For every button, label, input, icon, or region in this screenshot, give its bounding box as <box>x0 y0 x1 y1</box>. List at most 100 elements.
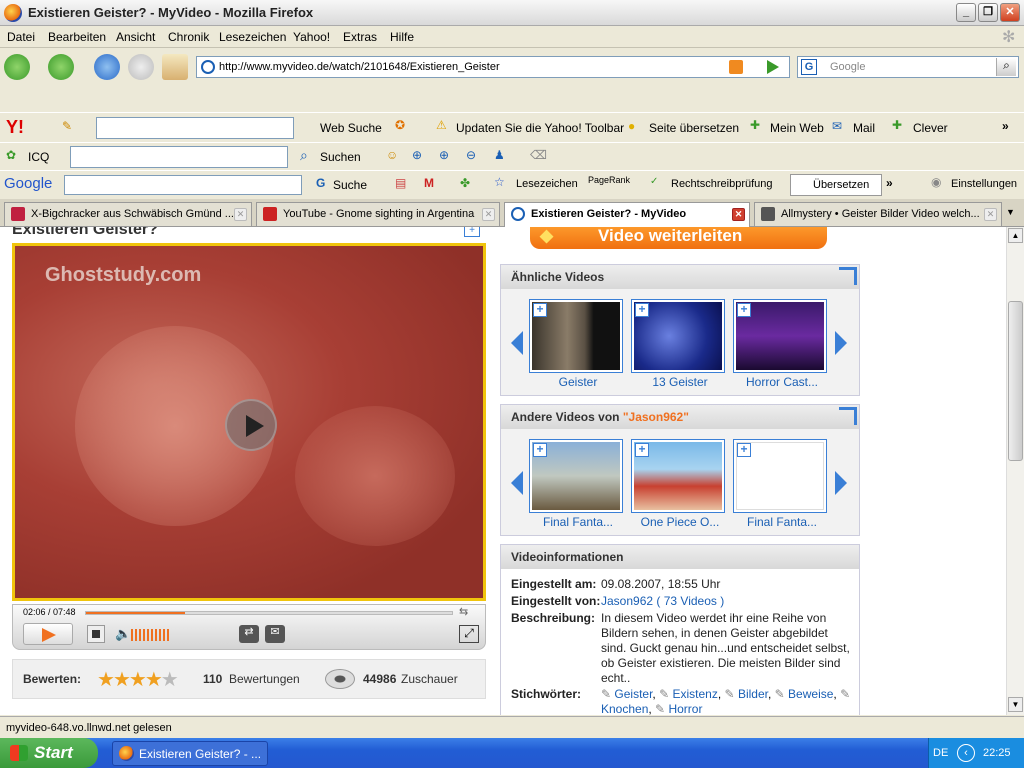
stop-icon[interactable] <box>128 54 154 80</box>
icq-label[interactable]: ICQ <box>28 150 49 164</box>
similar-prev-arrow[interactable] <box>511 331 523 355</box>
star-icon[interactable]: ★ <box>145 669 163 691</box>
rss-icon[interactable] <box>729 60 743 74</box>
add-icon[interactable]: + <box>533 303 547 317</box>
menu-lesezeichen[interactable]: Lesezeichen <box>219 30 286 44</box>
tag-link[interactable]: Bilder <box>738 687 768 701</box>
tag-link[interactable]: Horror <box>668 702 702 715</box>
tab-close-icon[interactable]: ✕ <box>732 208 745 221</box>
start-button[interactable]: Start <box>0 738 98 768</box>
tab-close-icon[interactable]: ✕ <box>984 208 997 221</box>
other-videos-user[interactable]: "Jason962" <box>623 410 689 424</box>
progress-track[interactable] <box>85 611 453 615</box>
menu-hilfe[interactable]: Hilfe <box>390 30 414 44</box>
google-search-input[interactable] <box>64 175 302 195</box>
similar-thumb-2[interactable]: + <box>631 299 725 373</box>
video-player[interactable]: Ghoststudy.com <box>12 243 486 601</box>
google-overflow-icon[interactable]: » <box>886 176 893 190</box>
icq-search-button[interactable]: Suchen <box>320 150 361 164</box>
similar-caption-1[interactable]: Geister <box>528 375 628 389</box>
other-caption-3[interactable]: Final Fanta... <box>732 515 832 529</box>
other-prev-arrow[interactable] <box>511 471 523 495</box>
fullscreen-icon[interactable]: ⤢ <box>459 625 479 643</box>
info-user-count[interactable]: ( 73 Videos ) <box>656 594 724 608</box>
zoom-in-icon[interactable]: ⊕ <box>412 148 422 162</box>
yahoo-logo-icon[interactable]: Y! <box>6 117 24 138</box>
tab-bigchracker[interactable]: X-Bigchracker aus Schwäbisch Gmünd ... ✕ <box>4 202 252 226</box>
yahoo-search-input[interactable] <box>96 117 294 139</box>
similar-caption-2[interactable]: 13 Geister <box>630 375 730 389</box>
google-engine-icon[interactable]: G <box>801 59 817 75</box>
star-icon[interactable]: ★ <box>113 669 131 691</box>
similar-thumb-1[interactable]: + <box>529 299 623 373</box>
tag-link[interactable]: Geister <box>614 687 652 701</box>
info-user-link[interactable]: Jason962 <box>601 594 653 608</box>
language-indicator[interactable]: DE <box>933 747 948 759</box>
panel-corner-icon[interactable] <box>839 407 857 425</box>
google-settings-button[interactable]: Einstellungen <box>951 178 1017 190</box>
other-caption-1[interactable]: Final Fanta... <box>528 515 628 529</box>
volume-icon[interactable]: 🔈 <box>115 626 131 642</box>
pencil-icon[interactable]: ✎ <box>62 119 72 133</box>
home-icon[interactable] <box>162 54 188 80</box>
other-thumb-2[interactable]: + <box>631 439 725 513</box>
star-icon[interactable]: ★ <box>97 669 115 691</box>
maximize-button[interactable]: ❐ <box>978 3 998 22</box>
google-bookmarks-button[interactable]: Lesezeichen <box>516 178 578 190</box>
yahoo-update-button[interactable]: Updaten Sie die Yahoo! Toolbar <box>456 121 624 135</box>
zoom-page-icon[interactable]: ⊕ <box>439 148 449 162</box>
forward-video-button[interactable]: ◆ Video weiterleiten <box>530 227 827 249</box>
tag-link[interactable]: Beweise <box>788 687 833 701</box>
zoom-out-icon[interactable]: ⊖ <box>466 148 476 162</box>
menu-bearbeiten[interactable]: Bearbeiten <box>48 30 106 44</box>
other-next-arrow[interactable] <box>835 471 847 495</box>
google-news-icon[interactable]: ▤ <box>395 176 406 190</box>
add-icon[interactable]: + <box>737 303 751 317</box>
panel-corner-icon[interactable] <box>839 267 857 285</box>
taskbar-firefox-item[interactable]: Existieren Geister? - ... <box>112 741 268 766</box>
tray-expand-icon[interactable]: ‹ <box>957 744 975 762</box>
tag-link[interactable]: Existenz <box>673 687 718 701</box>
google-tools-icon[interactable]: ✤ <box>460 176 470 190</box>
reload-icon[interactable] <box>94 54 120 80</box>
other-thumb-1[interactable]: + <box>529 439 623 513</box>
close-button[interactable]: ✕ <box>1000 3 1020 22</box>
clever-button[interactable]: Clever <box>913 121 948 135</box>
go-icon[interactable] <box>767 60 779 74</box>
tag-link[interactable]: Knochen <box>601 702 648 715</box>
scroll-up-icon[interactable]: ▲ <box>1008 228 1023 243</box>
other-caption-2[interactable]: One Piece O... <box>630 515 730 529</box>
menu-chronik[interactable]: Chronik <box>168 30 209 44</box>
star-icon[interactable]: ★ <box>129 669 147 691</box>
similar-thumb-3[interactable]: + <box>733 299 827 373</box>
similar-next-arrow[interactable] <box>835 331 847 355</box>
scroll-down-icon[interactable]: ▼ <box>1008 697 1023 712</box>
add-icon[interactable]: + <box>635 303 649 317</box>
menu-yahoo[interactable]: Yahoo! <box>293 30 330 44</box>
icq-tool-icon[interactable]: ☺ <box>386 148 398 162</box>
tab-allmystery[interactable]: Allmystery • Geister Bilder Video welch.… <box>754 202 1002 226</box>
icq-search-input[interactable] <box>70 146 288 168</box>
vertical-scrollbar[interactable]: ▲ ▼ <box>1006 227 1024 715</box>
add-icon[interactable]: + <box>635 443 649 457</box>
mail-button[interactable]: Mail <box>853 121 875 135</box>
email-icon[interactable]: ✉ <box>265 625 285 643</box>
translate-dropdown[interactable]: Übersetzen <box>790 174 882 196</box>
eraser-icon[interactable]: ⌫ <box>530 148 547 162</box>
url-bar[interactable]: http://www.myvideo.de/watch/2101648/Exis… <box>196 56 790 78</box>
tab-close-icon[interactable]: ✕ <box>482 208 495 221</box>
star-empty-icon[interactable]: ★ <box>161 669 179 691</box>
add-icon[interactable]: + <box>737 443 751 457</box>
back-icon[interactable] <box>4 54 30 80</box>
add-icon[interactable]: + <box>533 443 547 457</box>
add-icon[interactable]: + <box>464 227 480 237</box>
play-button[interactable] <box>23 623 73 645</box>
spellcheck-button[interactable]: Rechtschreibprüfung <box>671 178 773 190</box>
menu-datei[interactable]: Datei <box>7 30 35 44</box>
google-search-button[interactable]: Suche <box>333 178 367 192</box>
yahoo-web-search-button[interactable]: Web Suche <box>320 121 382 135</box>
my-web-button[interactable]: Mein Web <box>770 121 824 135</box>
scroll-thumb[interactable] <box>1008 301 1023 461</box>
yahoo-target-icon[interactable]: ✪ <box>395 118 405 132</box>
play-overlay-icon[interactable] <box>225 399 277 451</box>
